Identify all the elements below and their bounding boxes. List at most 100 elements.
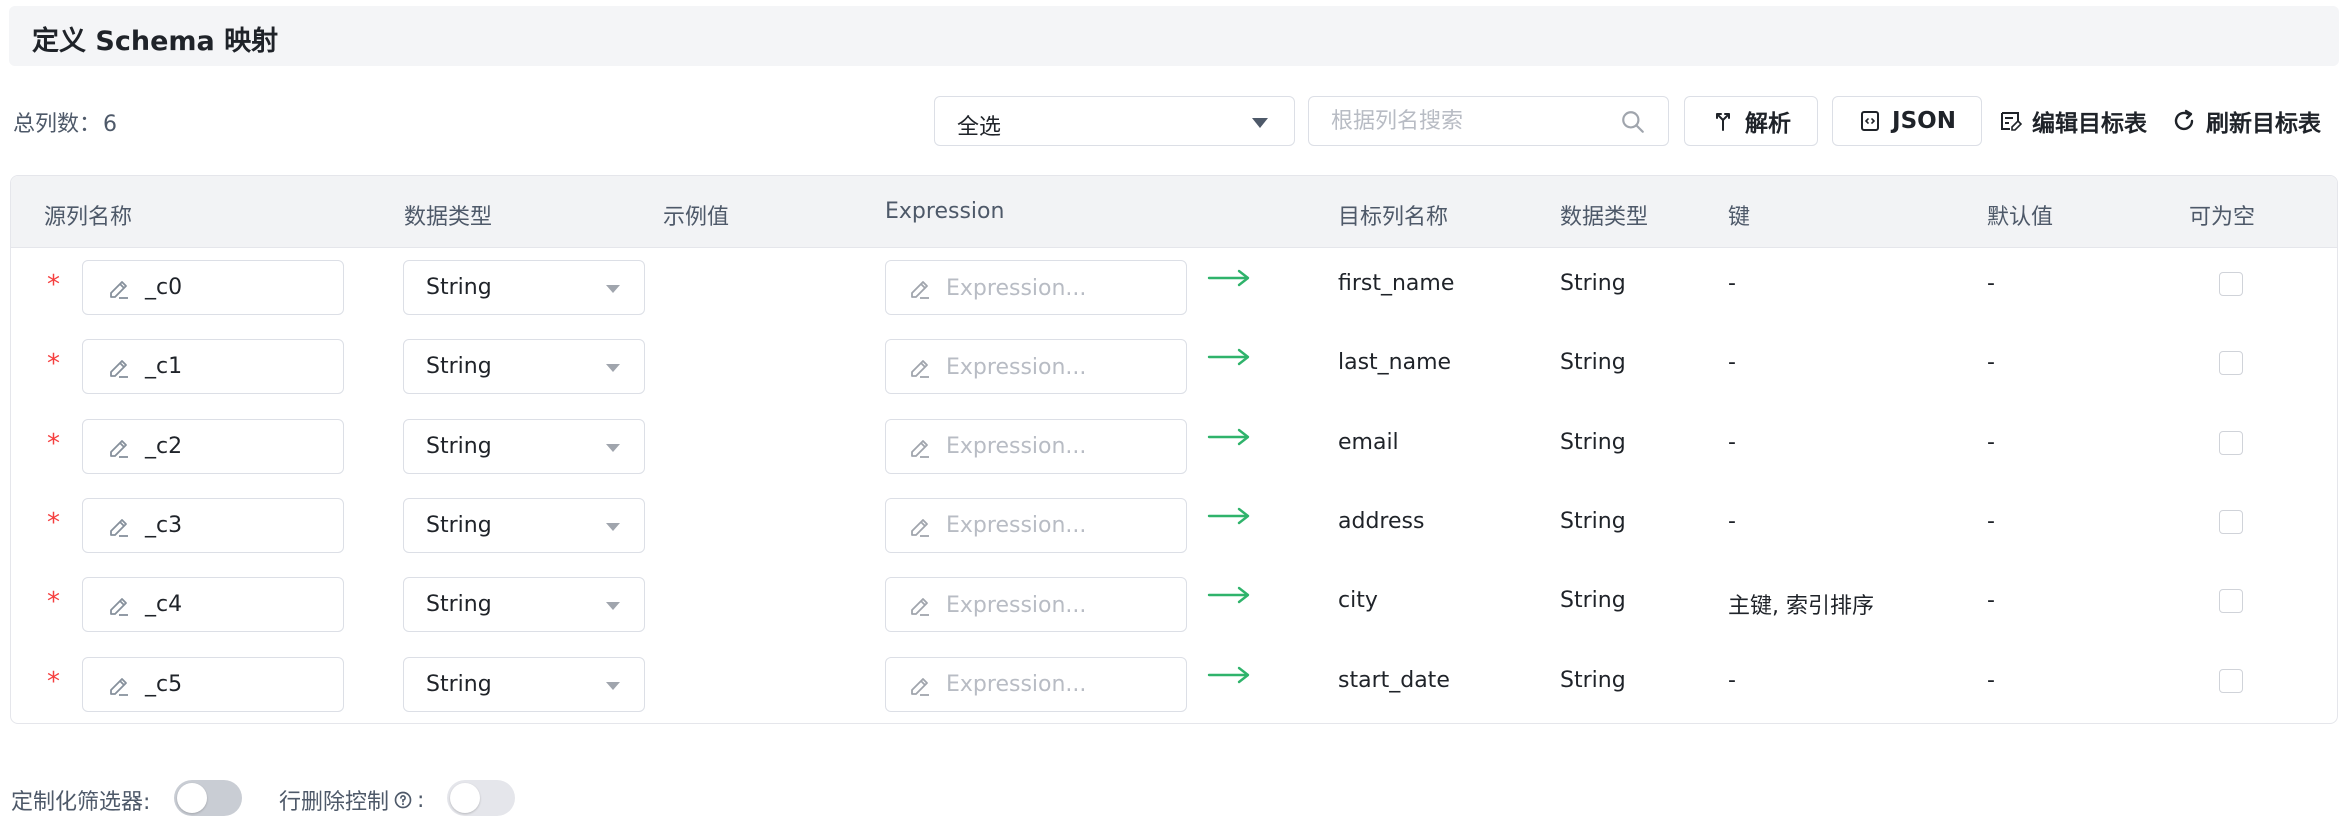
custom-filter-toggle[interactable] <box>174 780 242 816</box>
data-type-value: String <box>426 592 492 618</box>
col-header-expression: Expression <box>885 199 1005 224</box>
key-value: - <box>1728 271 1736 296</box>
col-header-sample: 示例值 <box>663 205 730 230</box>
source-column-value: _c5 <box>145 671 183 697</box>
data-type-select[interactable]: String <box>403 339 645 395</box>
row-delete-toggle[interactable] <box>447 780 515 816</box>
json-button[interactable]: JSON <box>1832 96 1982 146</box>
caret-down-icon <box>606 285 620 293</box>
arrow-right-icon <box>1207 428 1250 445</box>
page-header: 定义 Schema 映射 <box>9 6 2339 66</box>
default-value: - <box>1987 350 1995 376</box>
arrow-right-icon <box>1207 586 1250 604</box>
data-type-value: String <box>426 354 492 380</box>
key-value: - <box>1728 508 1736 534</box>
data-type-value: String <box>426 671 492 697</box>
row-delete-suffix: : <box>417 787 425 813</box>
source-column-value: _c4 <box>145 592 183 618</box>
col-header-key: 键 <box>1728 205 1751 230</box>
caret-down-icon <box>606 443 620 452</box>
col-header-default: 默认值 <box>1987 205 2054 230</box>
default-value: - <box>1987 508 1995 534</box>
source-column-input[interactable]: _c3 <box>82 497 344 553</box>
footer-controls: 定制化筛选器: 行删除控制 : <box>0 776 2350 826</box>
expression-field[interactable] <box>885 577 1187 633</box>
data-type-select[interactable]: String <box>403 656 645 712</box>
col-header-data-type: 数据类型 <box>404 205 493 230</box>
expression-field[interactable] <box>885 497 1187 553</box>
default-value: - <box>1987 271 1995 296</box>
data-type-value: String <box>426 512 492 538</box>
source-column-input[interactable]: _c0 <box>82 260 344 315</box>
default-value: - <box>1987 588 1995 614</box>
table-row: * _c4 String city String 主键, 索引排序 - <box>11 565 2337 644</box>
edit-pencil-icon <box>911 518 929 537</box>
help-circle-icon[interactable] <box>393 790 413 810</box>
edit-target-table-button[interactable]: 编辑目标表 <box>1998 104 2147 138</box>
table-row: * _c2 String email String - - <box>11 407 2337 486</box>
table-row: * _c5 String start_date String - - <box>11 645 2337 724</box>
expression-input[interactable] <box>946 273 1166 303</box>
data-type-select[interactable]: String <box>403 577 645 633</box>
edit-pencil-icon <box>110 677 128 696</box>
parse-button[interactable]: 解析 <box>1684 96 1818 146</box>
nullable-checkbox[interactable] <box>2219 668 2243 693</box>
col-header-target-name: 目标列名称 <box>1338 205 1449 230</box>
refresh-target-table-button[interactable]: 刷新目标表 <box>2172 104 2321 138</box>
expression-input[interactable] <box>946 590 1166 621</box>
caret-down-icon <box>606 681 620 690</box>
nullable-checkbox[interactable] <box>2219 351 2243 376</box>
nullable-checkbox[interactable] <box>2219 589 2243 614</box>
default-value: - <box>1987 429 1995 455</box>
source-column-value: _c1 <box>145 354 183 380</box>
data-type-select[interactable]: String <box>403 418 645 474</box>
target-data-type: String <box>1560 667 1626 693</box>
expression-input[interactable] <box>946 669 1166 700</box>
nullable-checkbox[interactable] <box>2219 272 2243 296</box>
page-title: 定义 Schema 映射 <box>32 26 279 57</box>
source-column-input[interactable]: _c4 <box>82 577 344 633</box>
search-input[interactable] <box>1331 106 1611 136</box>
source-column-input[interactable]: _c5 <box>82 656 344 712</box>
custom-filter-label: 定制化筛选器: <box>11 790 151 815</box>
expression-input[interactable] <box>946 510 1166 541</box>
total-columns: 总列数：6 <box>11 106 117 138</box>
target-column-name: last_name <box>1338 350 1452 376</box>
column-select[interactable]: 全选 <box>934 96 1295 146</box>
key-value: 主键, 索引排序 <box>1728 594 1874 620</box>
key-value: - <box>1728 429 1736 455</box>
edit-pencil-icon <box>911 439 929 458</box>
source-column-input[interactable]: _c1 <box>82 339 344 395</box>
target-column-name: address <box>1338 508 1425 534</box>
source-column-value: _c3 <box>145 512 183 538</box>
expression-input[interactable] <box>946 431 1166 462</box>
target-data-type: String <box>1560 508 1626 534</box>
data-type-select[interactable]: String <box>403 260 645 315</box>
target-column-name: email <box>1338 429 1399 455</box>
expression-input[interactable] <box>946 352 1166 383</box>
edit-pencil-icon <box>110 281 128 299</box>
required-marker: * <box>47 587 60 618</box>
expression-field[interactable] <box>885 418 1187 474</box>
column-select-value: 全选 <box>957 115 1002 140</box>
row-delete-label-group: 行删除控制 : <box>279 784 424 816</box>
nullable-checkbox[interactable] <box>2219 509 2243 534</box>
table-row: * _c0 String first_name String - - <box>11 248 2337 327</box>
edit-pencil-icon <box>110 360 128 379</box>
source-column-value: _c0 <box>145 275 183 300</box>
table-header: 源列名称 数据类型 示例值 Expression 目标列名称 数据类型 键 默认… <box>11 176 2337 248</box>
arrow-right-icon <box>1207 666 1250 683</box>
expression-field[interactable] <box>885 339 1187 395</box>
data-type-value: String <box>426 275 492 300</box>
expression-field[interactable] <box>885 656 1187 712</box>
data-type-select[interactable]: String <box>403 497 645 553</box>
expression-field[interactable] <box>885 260 1187 315</box>
nullable-checkbox[interactable] <box>2219 430 2243 455</box>
required-marker: * <box>47 270 60 300</box>
arrow-right-icon <box>1207 507 1250 525</box>
json-label: JSON <box>1892 108 1956 134</box>
search-icon[interactable] <box>1620 109 1646 135</box>
source-column-input[interactable]: _c2 <box>82 418 344 474</box>
row-delete-label: 行删除控制 <box>279 790 390 815</box>
target-data-type: String <box>1560 271 1626 296</box>
